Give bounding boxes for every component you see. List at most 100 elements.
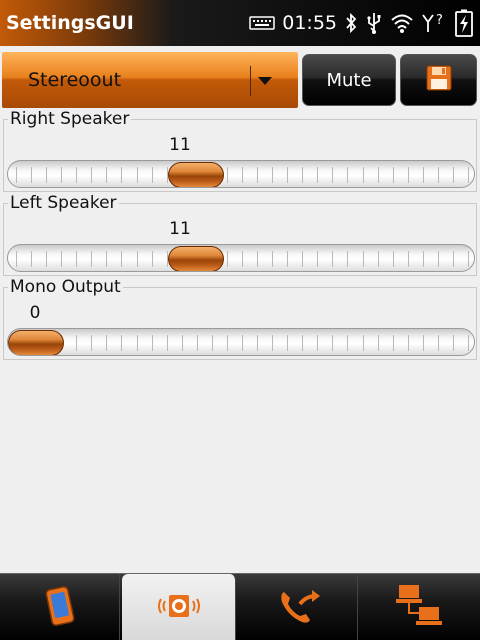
slider-tick [332, 251, 333, 267]
slider-tick [31, 167, 32, 183]
call-tab[interactable] [240, 574, 358, 640]
slider-tick [468, 335, 469, 351]
svg-text:?: ? [436, 13, 443, 28]
slider-tick [227, 335, 228, 351]
slider-tick [302, 335, 303, 351]
slider-tick [438, 167, 439, 183]
slider-tick [121, 167, 122, 183]
slider-tick [317, 167, 318, 183]
slider-tick [332, 335, 333, 351]
toolbar: Stereoout Mute [0, 50, 480, 108]
slider-tick [137, 251, 138, 267]
mono-output-value: 0 [29, 303, 41, 323]
mono-output-slider[interactable] [7, 328, 475, 356]
slider-tick [152, 167, 153, 183]
slider-tick [61, 167, 62, 183]
slider-tick [46, 167, 47, 183]
slider-tick [347, 251, 348, 267]
slider-tick [438, 335, 439, 351]
slider-tick [227, 251, 228, 267]
right-speaker-slider[interactable] [7, 160, 475, 188]
audio-tab[interactable] [122, 574, 236, 640]
slider-tick [423, 251, 424, 267]
slider-tick [257, 167, 258, 183]
chevron-down-icon[interactable] [258, 77, 272, 85]
slider-tick [61, 251, 62, 267]
network-computers-icon [395, 583, 445, 633]
slider-tick [393, 335, 394, 351]
slider-tick [287, 167, 288, 183]
slider-tick [423, 167, 424, 183]
network-tab[interactable] [360, 574, 480, 640]
slider-tick [46, 251, 47, 267]
slider-tick [393, 167, 394, 183]
slider-tick [302, 167, 303, 183]
slider-tick [242, 335, 243, 351]
slider-tick [453, 251, 454, 267]
right-speaker-handle[interactable] [168, 162, 224, 187]
status-bar: SettingsGUI 01:55 ? [0, 0, 480, 46]
status-indicators: 01:55 ? [249, 0, 474, 46]
slider-tick [76, 335, 77, 351]
slider-tick [257, 335, 258, 351]
wifi-icon[interactable] [390, 12, 414, 34]
slider-ticks [16, 167, 469, 183]
left-speaker-value: 11 [169, 219, 191, 239]
slider-tick [287, 251, 288, 267]
slider-tick [31, 251, 32, 267]
slider-tick [182, 335, 183, 351]
slider-tick [468, 167, 469, 183]
left-speaker-slider[interactable] [7, 244, 475, 272]
battery-charging-icon[interactable] [454, 9, 474, 37]
slider-tick [393, 251, 394, 267]
slider-tick [152, 251, 153, 267]
slider-tick [91, 335, 92, 351]
slider-tick [167, 335, 168, 351]
slider-tick [106, 167, 107, 183]
phone-call-icon [276, 586, 322, 630]
keyboard-icon[interactable] [249, 15, 275, 31]
app-title: SettingsGUI [6, 12, 134, 34]
save-button[interactable] [400, 54, 477, 106]
left-speaker-label: Left Speaker [8, 193, 119, 213]
slider-tick [242, 251, 243, 267]
slider-tick [423, 335, 424, 351]
slider-tick [242, 167, 243, 183]
phone-device-icon [44, 585, 75, 630]
mono-output-handle[interactable] [8, 330, 64, 355]
slider-tick [317, 335, 318, 351]
slider-group-left-speaker: Left Speaker 11 [3, 193, 477, 276]
right-speaker-value: 11 [169, 135, 191, 155]
mute-button[interactable]: Mute [302, 54, 396, 106]
clock: 01:55 [282, 12, 337, 34]
slider-group-right-speaker: Right Speaker 11 [3, 109, 477, 192]
speaker-audio-icon [155, 591, 203, 625]
slider-tick [272, 167, 273, 183]
slider-tick [16, 251, 17, 267]
device-tab[interactable] [0, 574, 120, 640]
signal-unknown-icon[interactable]: ? [421, 12, 447, 34]
slider-tick [257, 251, 258, 267]
bottom-tab-bar [0, 573, 480, 640]
slider-tick [438, 251, 439, 267]
output-select-value: Stereoout [28, 69, 122, 91]
output-select[interactable]: Stereoout [2, 52, 298, 108]
slider-ticks [16, 335, 469, 351]
slider-tick [453, 335, 454, 351]
slider-tick [453, 167, 454, 183]
bluetooth-icon[interactable] [344, 12, 358, 34]
slider-tick [106, 335, 107, 351]
slider-tick [227, 167, 228, 183]
left-speaker-handle[interactable] [168, 246, 224, 271]
slider-tick [272, 335, 273, 351]
slider-tick [91, 167, 92, 183]
right-speaker-label: Right Speaker [8, 109, 132, 129]
slider-tick [272, 251, 273, 267]
usb-icon[interactable] [365, 11, 383, 35]
mono-output-label: Mono Output [8, 277, 123, 297]
select-divider [250, 66, 251, 96]
slider-tick [363, 335, 364, 351]
slider-tick [378, 167, 379, 183]
slider-tick [91, 251, 92, 267]
slider-tick [317, 251, 318, 267]
